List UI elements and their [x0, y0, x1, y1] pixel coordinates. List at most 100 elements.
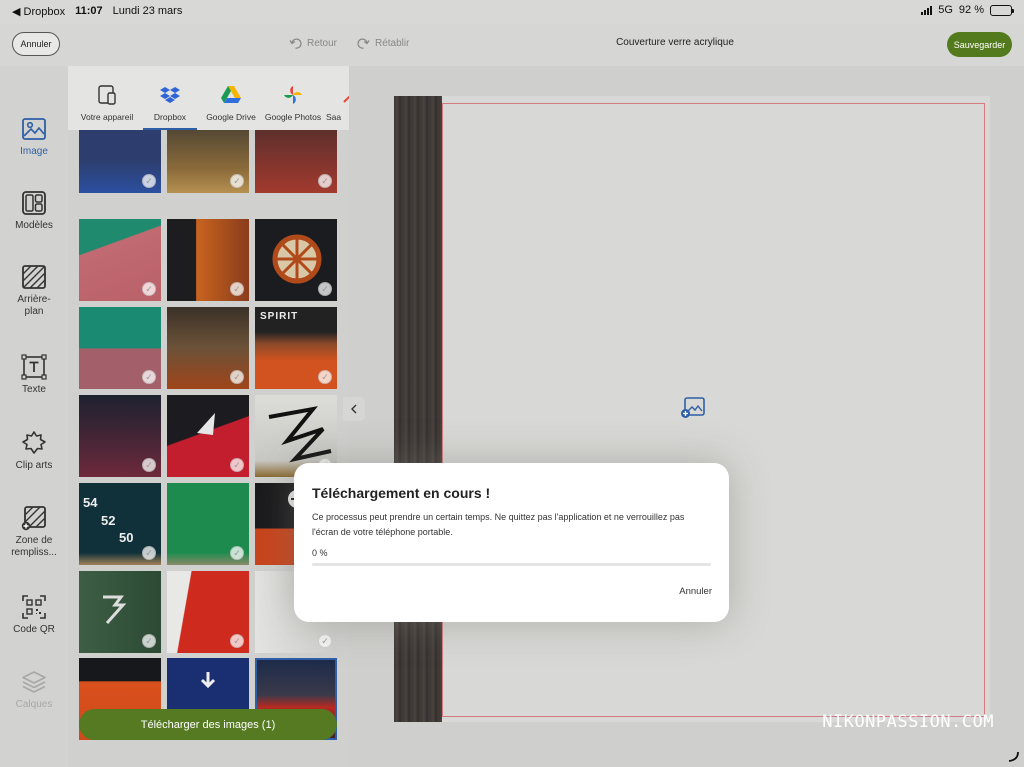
tool-fill-zone[interactable]: Zone de rempliss... [0, 505, 68, 559]
layers-icon [22, 671, 46, 693]
source-tab-dropbox[interactable]: Dropbox [137, 84, 203, 130]
image-thumbnail[interactable]: ✓ [79, 307, 161, 389]
check-icon[interactable]: ✓ [142, 370, 156, 384]
tool-text-label: Texte [22, 384, 46, 395]
redo-label: Rétablir [375, 38, 410, 49]
source-tab-device[interactable]: Votre appareil [74, 84, 140, 122]
redo-button[interactable]: Rétablir [357, 37, 409, 50]
collapse-panel-button[interactable] [343, 397, 365, 421]
signal-icon [921, 5, 933, 15]
dialog-cancel-button[interactable]: Annuler [679, 586, 712, 597]
undo-button[interactable]: Retour [289, 37, 337, 50]
check-icon[interactable]: ✓ [230, 370, 244, 384]
tool-templates-label: Modèles [15, 220, 53, 231]
check-icon[interactable]: ✓ [318, 282, 332, 296]
tool-clip-arts[interactable]: Clip arts [0, 430, 68, 472]
thumbnail-text-54: 54 [83, 495, 98, 510]
check-icon[interactable]: ✓ [142, 458, 156, 472]
image-thumbnail[interactable]: ✓ [79, 571, 161, 653]
tool-image[interactable]: Image [0, 116, 68, 158]
battery-percent: 92 % [958, 4, 984, 16]
qr-code-icon [22, 595, 46, 619]
source-tab-more-label: Saa [326, 112, 342, 122]
undo-icon [289, 38, 302, 49]
tool-fill-zone-label: Zone de rempliss... [11, 535, 57, 558]
check-icon[interactable]: ✓ [318, 634, 332, 648]
templates-icon [22, 191, 46, 215]
check-icon[interactable]: ✓ [230, 458, 244, 472]
image-thumbnail[interactable]: ✓ [167, 395, 249, 477]
status-time: 11:07 [75, 5, 103, 17]
check-icon[interactable]: ✓ [230, 282, 244, 296]
image-thumbnail[interactable]: ✓ [255, 130, 337, 193]
more-source-icon [343, 95, 349, 103]
save-button[interactable]: Sauvegarder [947, 32, 1012, 57]
check-icon[interactable]: ✓ [230, 174, 244, 188]
cancel-button[interactable]: Annuler [12, 32, 60, 56]
progress-bar [312, 563, 711, 566]
add-image-icon[interactable] [680, 397, 706, 419]
back-to-app-link[interactable]: ◀ Dropbox [12, 5, 65, 18]
tool-background[interactable]: Arrière-plan [0, 264, 68, 318]
image-thumbnail[interactable]: ✓ [255, 219, 337, 301]
tool-clip-arts-label: Clip arts [15, 460, 53, 471]
tool-layers[interactable]: Calques [0, 669, 68, 711]
status-date: Lundi 23 mars [112, 5, 183, 17]
source-tab-google-drive[interactable]: Google Drive [198, 84, 264, 122]
tool-image-label: Image [20, 146, 48, 157]
background-icon [22, 265, 46, 289]
google-photos-icon [284, 86, 302, 104]
dropbox-icon [160, 87, 180, 103]
tool-qr-code[interactable]: Code QR [0, 594, 68, 636]
check-icon[interactable]: ✓ [142, 282, 156, 296]
check-icon[interactable]: ✓ [142, 174, 156, 188]
image-thumbnail[interactable]: ✓ [79, 395, 161, 477]
tool-text[interactable]: Texte [0, 354, 68, 396]
image-thumbnail[interactable]: ✓ [167, 571, 249, 653]
thumbnail-text-spirit: SPIRIT [260, 311, 299, 322]
dialog-message: Ce processus peut prendre un certain tem… [312, 512, 685, 537]
check-icon[interactable]: ✓ [318, 370, 332, 384]
upload-progress-dialog: Téléchargement en cours ! Ce processus p… [294, 463, 729, 622]
tool-layers-label: Calques [15, 699, 53, 710]
google-drive-icon [221, 86, 241, 103]
image-thumbnail[interactable]: ✓ [167, 219, 249, 301]
text-icon [21, 354, 47, 380]
tool-background-label: Arrière-plan [17, 294, 51, 317]
device-icon [98, 85, 116, 105]
chevron-left-icon [351, 404, 357, 414]
check-icon[interactable]: ✓ [142, 546, 156, 560]
image-thumbnail[interactable]: ✓ [79, 130, 161, 193]
tool-templates[interactable]: Modèles [0, 190, 68, 232]
source-tab-more[interactable]: Saa [326, 84, 349, 122]
image-thumbnail[interactable]: ✓ [167, 307, 249, 389]
image-thumbnail[interactable]: 54 52 50 ✓ [79, 483, 161, 565]
source-tab-google-photos[interactable]: Google Photos [260, 84, 326, 122]
battery-icon [990, 4, 1014, 16]
undo-label: Retour [307, 38, 338, 49]
bleed-line [442, 103, 985, 717]
redo-icon [357, 38, 370, 49]
tool-qr-code-label: Code QR [13, 624, 55, 635]
dialog-title: Téléchargement en cours ! [312, 485, 491, 501]
image-thumbnail[interactable]: ✓ [167, 130, 249, 193]
document-title: Couverture verre acrylique [616, 37, 734, 48]
cover-spine [394, 96, 442, 722]
tool-rail: Image Modèles Arrière-plan Texte Clip ar… [0, 66, 68, 767]
resize-handle-icon[interactable] [1007, 750, 1019, 762]
source-tab-dropbox-label: Dropbox [153, 112, 187, 122]
clipart-icon [22, 431, 46, 454]
check-icon[interactable]: ✓ [230, 634, 244, 648]
check-icon[interactable]: ✓ [230, 546, 244, 560]
source-tabs: Votre appareil Dropbox Google Drive Goog… [68, 66, 349, 130]
source-tab-google-drive-label: Google Drive [206, 112, 256, 122]
source-tab-device-label: Votre appareil [80, 112, 134, 122]
image-thumbnail[interactable]: ✓ [79, 219, 161, 301]
progress-percent: 0 % [312, 548, 328, 558]
upload-images-button[interactable]: Télécharger des images (1) [79, 709, 337, 740]
image-thumbnail[interactable]: SPIRIT ✓ [255, 307, 337, 389]
image-panel: ✓ ✓ ✓ ✓ ✓ ✓ ✓ ✓ SPIRIT ✓ ✓ ✓ ✓ 54 52 50 … [68, 66, 349, 767]
image-thumbnail[interactable]: ✓ [167, 483, 249, 565]
check-icon[interactable]: ✓ [318, 174, 332, 188]
check-icon[interactable]: ✓ [142, 634, 156, 648]
